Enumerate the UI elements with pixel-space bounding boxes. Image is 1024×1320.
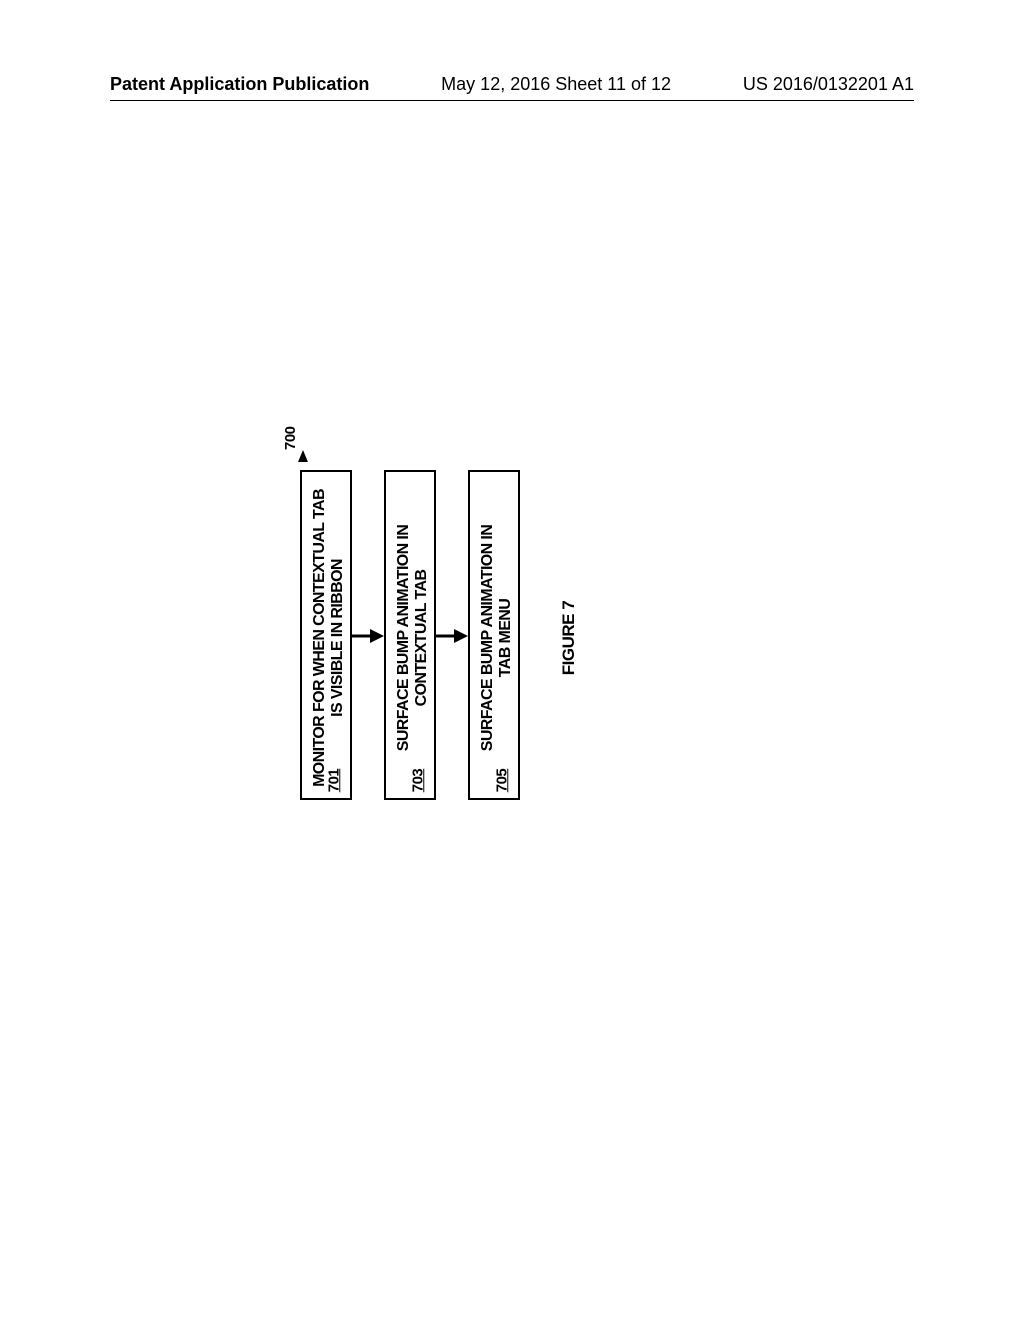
figure-caption: FIGURE 7 bbox=[559, 601, 579, 675]
arrow-701-703-icon bbox=[352, 626, 384, 646]
arrow-703-705-icon bbox=[436, 626, 468, 646]
ref-label-700: 700 bbox=[282, 426, 299, 450]
flow-box-705-num: 705 bbox=[493, 769, 510, 793]
flow-box-701-text: MONITOR FOR WHEN CONTEXTUAL TAB IS VISIB… bbox=[311, 473, 347, 803]
header-rule bbox=[110, 100, 914, 101]
flow-box-703-num: 703 bbox=[409, 769, 426, 793]
flow-box-701-num: 701 bbox=[325, 769, 342, 793]
flow-box-703-text: SURFACE BUMP ANIMATION IN CONTEXTUAL TAB bbox=[395, 473, 431, 803]
header-center: May 12, 2016 Sheet 11 of 12 bbox=[441, 74, 671, 95]
flow-box-705: SURFACE BUMP ANIMATION IN TAB MENU 705 bbox=[468, 470, 520, 800]
flow-box-705-text: SURFACE BUMP ANIMATION IN TAB MENU bbox=[479, 473, 515, 803]
header-left: Patent Application Publication bbox=[110, 74, 369, 95]
header-right: US 2016/0132201 A1 bbox=[743, 74, 914, 95]
page-header: Patent Application Publication May 12, 2… bbox=[110, 74, 914, 95]
ref-arrow-icon bbox=[298, 448, 312, 462]
flow-box-701: MONITOR FOR WHEN CONTEXTUAL TAB IS VISIB… bbox=[300, 470, 352, 800]
flowchart-700: 700 MONITOR FOR WHEN CONTEXTUAL TAB IS V… bbox=[300, 470, 640, 810]
flow-box-703: SURFACE BUMP ANIMATION IN CONTEXTUAL TAB… bbox=[384, 470, 436, 800]
